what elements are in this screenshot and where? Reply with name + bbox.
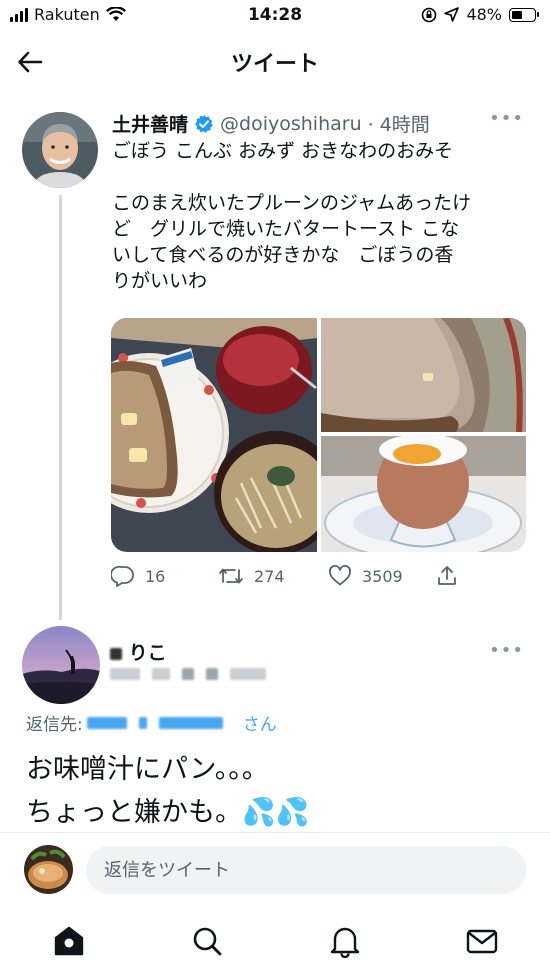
verified-badge-icon (195, 114, 213, 133)
reply-composer[interactable] (86, 846, 526, 894)
share-action[interactable] (435, 564, 459, 588)
thread-line (59, 195, 62, 620)
retweet-action[interactable]: 274 (218, 564, 285, 588)
reply-input[interactable] (86, 846, 526, 894)
location-icon (444, 7, 460, 22)
photo-boiled-egg[interactable] (321, 434, 526, 552)
replying-prefix: 返信先: (26, 715, 83, 735)
bottom-tab-bar (0, 910, 550, 978)
reply-action[interactable]: 16 (111, 564, 165, 588)
tweet-header: 土井善晴 @doiyoshiharu · 4時間 (112, 110, 430, 137)
tweet-media-grid (111, 318, 526, 552)
reply-line: ちょっと嫌かも。💦💦 (26, 797, 310, 828)
status-bar: Rakuten 14:28 48% (0, 0, 550, 30)
battery-percent: 48% (466, 5, 502, 24)
tweet-line: いして食べるのが好きかな ごぼうの香 (112, 244, 454, 266)
reply-author-name-text: りこ (128, 642, 167, 664)
reply-more-options-icon[interactable]: ••• (489, 640, 524, 661)
photo-toast-closeup[interactable] (321, 318, 526, 433)
reply-text: お味噌汁にパン。。。 ちょっと嫌かも。💦💦 (26, 748, 309, 834)
replying-to: 返信先: さん (26, 710, 277, 735)
tweet-line: りがいいわ (112, 270, 208, 292)
tweet-actions: 16 274 3509 (111, 560, 471, 592)
home-icon[interactable] (52, 924, 86, 958)
search-icon[interactable] (190, 924, 224, 958)
tweet-time: · 4時間 (367, 114, 430, 136)
tweet-text: ごぼう こんぶ おみず おきなわのおみそ このまえ炊いたプルーンのジャムあったけ… (112, 138, 532, 294)
tweet-line: このまえ炊いたプルーンのジャムあったけ (112, 192, 472, 214)
battery-icon (509, 7, 539, 22)
page-title: ツイート (230, 52, 319, 77)
replying-suffix: さん (242, 715, 277, 735)
author-handle[interactable]: @doiyoshiharu (220, 113, 362, 135)
reply-icon (111, 565, 134, 587)
like-count: 3509 (362, 566, 403, 586)
header: ツイート (0, 30, 550, 92)
retweet-icon (219, 568, 243, 584)
reply-line: お味噌汁にパン。。。 (26, 754, 269, 785)
reply-count: 16 (145, 566, 166, 586)
share-icon (438, 566, 456, 585)
author-avatar[interactable] (22, 112, 98, 188)
notifications-bell-icon[interactable] (328, 924, 362, 958)
author-name[interactable]: 土井善晴 (112, 110, 188, 137)
tweet-line: ど グリルで焼いたバタートースト こな (112, 218, 460, 240)
more-options-icon[interactable]: ••• (489, 108, 524, 129)
status-right: 48% (421, 5, 539, 24)
orientation-lock-icon (422, 7, 437, 22)
messages-mail-icon[interactable] (465, 924, 499, 958)
heart-icon (329, 565, 351, 586)
replying-to-link-redacted[interactable] (86, 716, 127, 729)
my-avatar[interactable] (24, 845, 73, 894)
retweet-count: 274 (254, 566, 285, 586)
reply-author-name[interactable]: りこ (110, 638, 167, 665)
reply-author-avatar[interactable] (22, 626, 100, 704)
like-action[interactable]: 3509 (328, 564, 403, 588)
composer-divider (0, 832, 550, 833)
tweet-line: ごぼう こんぶ おみず おきなわのおみそ (112, 140, 454, 162)
photo-toast-jam-soup[interactable] (111, 318, 338, 552)
reply-author-handle-redacted (110, 668, 266, 680)
